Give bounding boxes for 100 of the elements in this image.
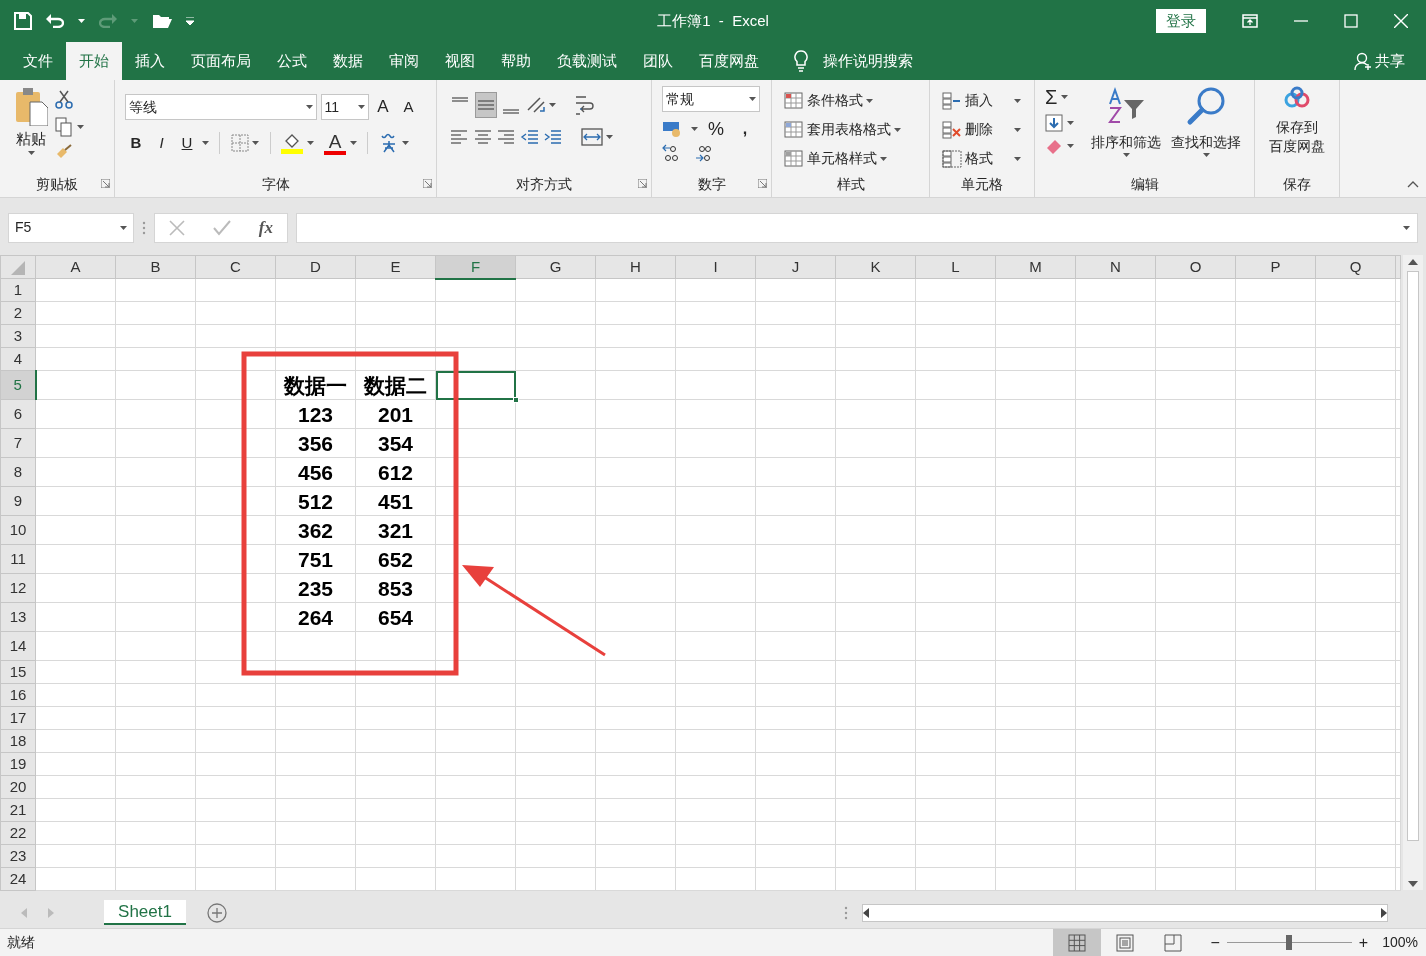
search-icon[interactable] [1186,86,1226,126]
scroll-up-icon[interactable] [1408,258,1418,265]
row-header[interactable]: 15 [0,660,36,684]
decrease-indent-icon[interactable] [519,128,540,146]
column-header[interactable]: E [355,255,436,279]
row-header[interactable]: 13 [0,602,36,632]
fill-down-icon[interactable] [1045,114,1063,132]
dialog-launcher-icon[interactable] [101,178,110,188]
row-header[interactable]: 16 [0,683,36,707]
save-icon[interactable] [14,12,32,30]
paste-button[interactable]: 粘贴 [16,128,46,151]
column-header[interactable]: P [1235,255,1316,279]
normal-view-button[interactable] [1052,928,1101,956]
align-left-icon[interactable] [449,128,469,146]
ribbon-tab[interactable]: 百度网盘 [686,42,772,80]
cloud-icon[interactable] [1283,86,1311,110]
sort-filter-icon[interactable] [1106,86,1146,126]
ribbon-tab[interactable]: 视图 [432,42,488,80]
row-header[interactable]: 5 [0,370,36,400]
maximize-icon[interactable] [1344,14,1358,28]
increase-decimal-icon[interactable] [662,144,680,162]
row-header[interactable]: 14 [0,631,36,661]
row-header[interactable]: 7 [0,428,36,458]
row-header[interactable]: 11 [0,544,36,574]
row-header[interactable]: 23 [0,844,36,868]
format-painter-icon[interactable] [55,143,73,160]
customize-icon[interactable] [186,17,194,25]
ribbon-tab[interactable]: 页面布局 [178,42,264,80]
column-header[interactable]: M [995,255,1076,279]
ribbon-tab[interactable]: 公式 [264,42,320,80]
center-icon[interactable] [472,128,493,146]
column-header[interactable]: A [35,255,116,279]
formula-input[interactable] [296,212,1418,243]
column-header[interactable]: B [115,255,196,279]
row-header[interactable]: 3 [0,324,36,348]
row-header[interactable]: 6 [0,399,36,429]
italic-button[interactable]: I [150,130,173,156]
column-header[interactable]: K [835,255,916,279]
slider-thumb[interactable] [1286,935,1293,950]
ribbon-tab[interactable]: 审阅 [376,42,432,80]
paste-icon[interactable] [14,86,48,126]
undo-icon[interactable] [46,14,64,28]
column-header[interactable]: G [515,255,596,279]
row-header[interactable]: 1 [0,278,36,302]
save-to-netdisk-button[interactable]: 保存到 百度网盘 [1269,118,1325,156]
font-name-dropdown[interactable]: 等线 [125,94,317,120]
zoom-in-button[interactable]: + [1358,930,1369,955]
comma-button[interactable]: , [734,116,756,142]
horizontal-scrollbar[interactable] [862,903,1388,922]
wrap-text-icon[interactable] [573,94,594,117]
column-header[interactable]: Q [1315,255,1396,279]
collapse-ribbon-icon[interactable] [1407,179,1419,188]
sign-in-button[interactable]: 登录 [1156,8,1206,34]
scroll-right-icon[interactable] [1381,907,1387,918]
folder-icon[interactable] [152,13,172,29]
decrease-decimal-icon[interactable] [694,144,712,162]
zoom-out-button[interactable]: − [1210,930,1220,955]
underline-button[interactable]: U [176,130,198,156]
share-button[interactable]: 共享 [1375,49,1405,73]
ribbon-tab[interactable]: 数据 [320,42,376,80]
row-header[interactable]: 12 [0,573,36,603]
row-header[interactable]: 17 [0,706,36,730]
row-header[interactable]: 10 [0,515,36,545]
increase-indent-icon[interactable] [543,128,563,146]
cells-menu-button[interactable]: 插入 [965,90,993,111]
column-header[interactable]: C [195,255,276,279]
grow-font-button[interactable]: A [372,94,394,120]
borders-icon[interactable] [230,134,249,152]
font-size-dropdown[interactable]: 11 [320,94,369,120]
fill-color-icon[interactable] [281,132,303,154]
ribbon-tab[interactable]: 文件 [10,42,66,80]
styles-menu-button[interactable]: 单元格样式 [807,148,877,169]
eraser-icon[interactable] [1045,138,1063,154]
row-header[interactable]: 21 [0,798,36,822]
zoom-percent[interactable]: 100% [1382,932,1418,953]
styles-menu-button[interactable]: 套用表格格式 [807,119,891,140]
close-icon[interactable] [1394,14,1408,28]
sort-filter-button[interactable]: 排序和筛选 [1091,132,1161,153]
bold-button[interactable]: B [125,130,147,156]
column-header[interactable]: H [595,255,676,279]
ribbon-tab[interactable]: 团队 [630,42,686,80]
add-sheet-icon[interactable] [207,903,227,924]
ribbon-tab[interactable]: 插入 [122,42,178,80]
percent-button[interactable]: % [705,116,727,142]
column-header[interactable]: F [435,255,516,279]
column-header[interactable]: I [675,255,756,279]
ribbon-tab[interactable]: 负载测试 [544,42,630,80]
row-header[interactable]: 19 [0,752,36,776]
scroll-left-icon[interactable] [863,907,869,918]
dialog-launcher-icon[interactable] [423,178,432,188]
font-color-button[interactable]: A [324,131,346,155]
sheet-tab[interactable]: Sheet1 [104,900,186,925]
number-format-dropdown[interactable]: 常规 [662,86,760,112]
ribbon-tab[interactable]: 帮助 [488,42,544,80]
scissors-icon[interactable] [55,89,73,110]
row-header[interactable]: 4 [0,347,36,371]
column-header[interactable]: J [755,255,836,279]
row-header[interactable]: 2 [0,301,36,325]
styles-menu-button[interactable]: 条件格式 [807,90,863,111]
row-header[interactable]: 22 [0,821,36,845]
